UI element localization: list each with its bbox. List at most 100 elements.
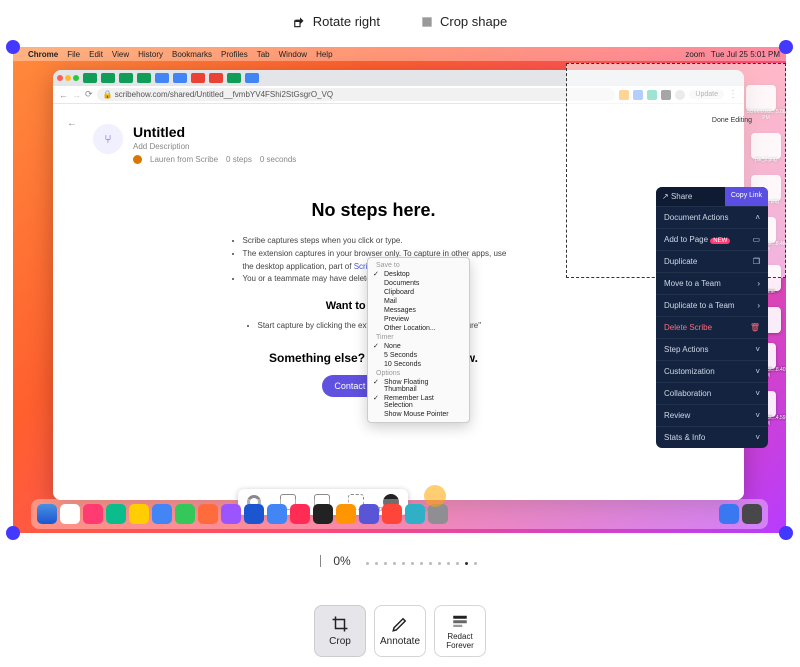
annotate-button[interactable]: Annotate: [374, 605, 426, 657]
tab-chip: [83, 73, 97, 83]
crop-handle-tr[interactable]: [779, 40, 793, 54]
menu-sec-options: Options: [368, 369, 469, 378]
doc-actions: Document Actions˄: [656, 206, 768, 228]
done-editing-button[interactable]: Done Editing: [712, 117, 752, 124]
menu-documents[interactable]: Documents: [368, 279, 469, 288]
timeline-dots[interactable]: [363, 552, 480, 570]
clock: Tue Jul 25 5:01 PM: [711, 50, 780, 59]
chevron-down-icon: ˅: [755, 345, 760, 354]
menu-timer-10[interactable]: 10 Seconds: [368, 360, 469, 369]
dock-app: [175, 504, 195, 524]
menu-mouse[interactable]: Show Mouse Pointer: [368, 410, 469, 419]
menu-sec-timer: Timer: [368, 333, 469, 342]
review[interactable]: Review˅: [656, 404, 768, 426]
author-avatar: [133, 155, 142, 164]
rotate-icon: [293, 15, 307, 29]
tab-chip: [191, 73, 205, 83]
screenshot-canvas[interactable]: Chrome File Edit View History Bookmarks …: [13, 47, 786, 533]
tab-chip: [209, 73, 223, 83]
menu-history: History: [138, 50, 163, 59]
crop-button[interactable]: Crop: [314, 605, 366, 657]
back-icon: ←: [59, 90, 68, 100]
menu-preview[interactable]: Preview: [368, 315, 469, 324]
chevron-right-icon: ›: [757, 301, 760, 310]
share-button[interactable]: ↗ Share: [656, 187, 725, 206]
url-field: 🔒 scribehow.com/shared/Untitled__fvmbYV4…: [97, 88, 616, 101]
page-icon: ▭: [752, 235, 760, 244]
dock-app: [129, 504, 149, 524]
dock-app: [267, 504, 287, 524]
chevron-right-icon: ›: [757, 279, 760, 288]
dock-app: [83, 504, 103, 524]
menu-mail[interactable]: Mail: [368, 297, 469, 306]
dock-app: [37, 504, 57, 524]
duplicate[interactable]: Duplicate❐: [656, 250, 768, 272]
min-dot: [65, 75, 71, 81]
menu-timer-none[interactable]: None: [368, 342, 469, 351]
menu-profiles: Profiles: [221, 50, 248, 59]
zoom-pill: zoom: [685, 50, 705, 59]
trash-icon: 🗑: [750, 323, 760, 332]
dock-app: [290, 504, 310, 524]
menu-window: Window: [279, 50, 307, 59]
menu-clipboard[interactable]: Clipboard: [368, 288, 469, 297]
crop-shape-button[interactable]: Crop shape: [420, 14, 507, 29]
crop-handle-bl[interactable]: [6, 526, 20, 540]
dock-app: [106, 504, 126, 524]
chevron-up-icon: ˄: [755, 213, 760, 222]
dock-app: [60, 504, 80, 524]
copy-link-button[interactable]: Copy Link: [725, 187, 768, 206]
dock-app: [336, 504, 356, 524]
tab-chip: [227, 73, 241, 83]
menu-timer-5[interactable]: 5 Seconds: [368, 351, 469, 360]
crop-handle-br[interactable]: [779, 526, 793, 540]
new-badge: NEW: [710, 238, 730, 244]
delete[interactable]: Delete Scribe🗑: [656, 316, 768, 338]
dock-app: [405, 504, 425, 524]
move-team[interactable]: Move to a Team›: [656, 272, 768, 294]
click-highlight: [424, 485, 446, 507]
dock-app: [359, 504, 379, 524]
dock-app: [244, 504, 264, 524]
chevron-down-icon: ˅: [755, 389, 760, 398]
dock-app: [382, 504, 402, 524]
chevron-down-icon: ˅: [755, 367, 760, 376]
customization[interactable]: Customization˅: [656, 360, 768, 382]
tab-chip: [173, 73, 187, 83]
dock-app: [221, 504, 241, 524]
dock-app: [313, 504, 333, 524]
crop-handle-tl[interactable]: [6, 40, 20, 54]
page-title: Untitled: [133, 124, 296, 140]
rotate-label: Rotate right: [313, 14, 380, 29]
stats[interactable]: Stats & Info˅: [656, 426, 768, 448]
step-actions[interactable]: Step Actions˅: [656, 338, 768, 360]
dup-team[interactable]: Duplicate to a Team›: [656, 294, 768, 316]
add-page[interactable]: Add to Page NEW▭: [656, 228, 768, 250]
tab-chip: [245, 73, 259, 83]
app-name: Chrome: [28, 50, 58, 59]
chevron-down-icon: ˅: [755, 433, 760, 442]
menu-tab: Tab: [257, 50, 270, 59]
macos-menubar: Chrome File Edit View History Bookmarks …: [13, 47, 786, 61]
menu-messages[interactable]: Messages: [368, 306, 469, 315]
collaboration[interactable]: Collaboration˅: [656, 382, 768, 404]
timeline-marker: [320, 555, 321, 567]
crop-shape-label: Crop shape: [440, 14, 507, 29]
fwd-icon: →: [72, 90, 81, 100]
menu-sec-save: Save to: [368, 261, 469, 270]
menu-float[interactable]: Show Floating Thumbnail: [368, 378, 469, 394]
frame-timeline[interactable]: 0%: [0, 552, 800, 570]
crop-shape-icon: [420, 15, 434, 29]
dock-app: [428, 504, 448, 524]
capture-options-menu[interactable]: Save to Desktop Documents Clipboard Mail…: [367, 257, 470, 423]
side-panel[interactable]: ↗ Share Copy Link Document Actions˄ Add …: [656, 187, 768, 448]
redact-button[interactable]: Redact Forever: [434, 605, 486, 657]
menu-other[interactable]: Other Location...: [368, 324, 469, 333]
tab-chip: [155, 73, 169, 83]
add-description: Add Description: [133, 142, 296, 151]
menu-remember[interactable]: Remember Last Selection: [368, 394, 469, 410]
menu-help: Help: [316, 50, 332, 59]
menu-desktop[interactable]: Desktop: [368, 270, 469, 279]
rotate-right-button[interactable]: Rotate right: [293, 14, 380, 29]
dock-app: [198, 504, 218, 524]
